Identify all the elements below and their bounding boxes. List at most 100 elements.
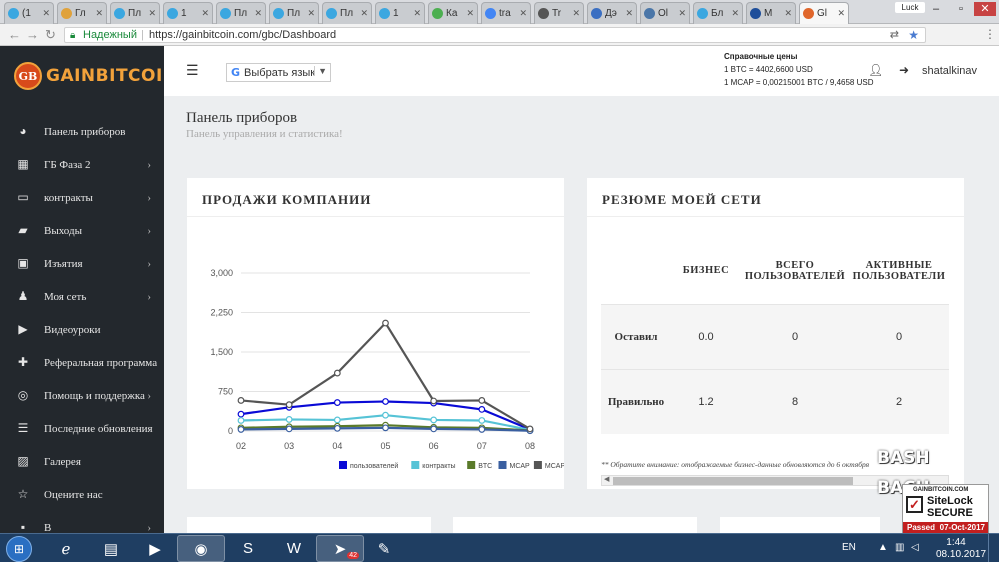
secure-label: Надежный bbox=[83, 29, 137, 41]
tab-close-icon[interactable]: ✕ bbox=[784, 8, 792, 19]
table-header-row: БИЗНЕС ВСЕГО ПОЛЬЗОВАТЕЛЕЙ АКТИВНЫЕ ПОЛЬ… bbox=[601, 238, 949, 304]
data-point bbox=[478, 397, 486, 404]
business-cell: 0.0 bbox=[671, 303, 741, 369]
maximize-button[interactable]: ▫ bbox=[950, 2, 972, 16]
tab-close-icon[interactable]: ✕ bbox=[572, 8, 580, 19]
tab-close-icon[interactable]: ✕ bbox=[201, 8, 209, 19]
legend-swatch bbox=[498, 461, 507, 469]
tab-label: tra bbox=[499, 8, 511, 19]
browser-tab[interactable]: 1 ✕ bbox=[163, 2, 213, 24]
scroll-left-icon[interactable]: ◀ bbox=[604, 475, 609, 483]
sitelock-badge[interactable]: BASH BACH GAINBITCOIN.COM ✓ SiteLock SEC… bbox=[877, 450, 989, 534]
y-tick-label: 3,000 bbox=[210, 268, 233, 278]
sidebar-item[interactable]: ☆ Оцените нас bbox=[0, 478, 164, 511]
sidebar-item[interactable]: ▣ Изъятия › bbox=[0, 247, 164, 280]
browser-tab[interactable]: Пл ✕ bbox=[322, 2, 372, 24]
sidebar-item[interactable]: ▪ В › bbox=[0, 511, 164, 533]
translate-icon[interactable]: ⇄ bbox=[890, 28, 899, 42]
language-select[interactable]: G Выбрать язык ▼ bbox=[226, 63, 331, 82]
close-window-button[interactable]: ✕ bbox=[974, 2, 996, 16]
browser-tab[interactable]: Tr ✕ bbox=[534, 2, 584, 24]
tab-favicon-icon bbox=[697, 8, 708, 19]
url-input[interactable]: 🔒︎ Надежный | https://gainbitcoin.com/gb… bbox=[64, 27, 926, 43]
sitelock-domain: GAINBITCOIN.COM bbox=[913, 487, 969, 493]
sidebar-item[interactable]: ▭ контракты › bbox=[0, 181, 164, 214]
tab-close-icon[interactable]: ✕ bbox=[731, 8, 739, 19]
tab-close-icon[interactable]: ✕ bbox=[307, 8, 315, 19]
start-button[interactable]: ⊞ bbox=[6, 536, 32, 562]
chrome-icon[interactable]: ◉ bbox=[177, 535, 225, 562]
minimize-button[interactable]: – bbox=[925, 2, 947, 16]
sidebar-item[interactable]: ▶ Видеоуроки bbox=[0, 313, 164, 346]
tab-close-icon[interactable]: ✕ bbox=[519, 8, 527, 19]
tab-close-icon[interactable]: ✕ bbox=[678, 8, 686, 19]
sidebar-item-label: Помощь и поддержка bbox=[44, 389, 145, 402]
sidebar-item[interactable]: ▨ Галерея bbox=[0, 445, 164, 478]
tray-arrow-icon[interactable]: ▲ bbox=[878, 542, 888, 553]
word-icon[interactable]: W bbox=[270, 535, 318, 562]
sidebar-item[interactable]: ☰ Последние обновления bbox=[0, 412, 164, 445]
browser-tab[interactable]: Ol ✕ bbox=[640, 2, 690, 24]
ie-icon[interactable]: ℯ bbox=[42, 535, 90, 562]
tab-close-icon[interactable]: ✕ bbox=[413, 8, 421, 19]
back-icon[interactable]: ← bbox=[8, 27, 21, 42]
y-tick-label: 750 bbox=[218, 387, 233, 397]
media-player-icon[interactable]: ▶ bbox=[131, 535, 179, 562]
volume-icon[interactable]: ◁ bbox=[911, 542, 919, 553]
tab-favicon-icon bbox=[379, 8, 390, 19]
browser-tab[interactable]: Пл ✕ bbox=[216, 2, 266, 24]
scrollbar-thumb[interactable] bbox=[613, 477, 853, 485]
browser-tab[interactable]: Ка ✕ bbox=[428, 2, 478, 24]
taskbar: ⊞ ℯ ▤ ▶ ◉ S W ➤ 42 ✎ EN ▲ ▥ ◁ 1:44 08.10.… bbox=[0, 533, 999, 562]
tab-close-icon[interactable]: ✕ bbox=[148, 8, 156, 19]
sidebar-item[interactable]: ▦ ГБ Фаза 2 › bbox=[0, 148, 164, 181]
tab-close-icon[interactable]: ✕ bbox=[837, 8, 845, 19]
skype-icon[interactable]: S bbox=[224, 535, 272, 562]
data-point bbox=[382, 319, 389, 327]
username[interactable]: shatalkinav bbox=[922, 65, 977, 77]
sidebar-item[interactable]: ▰ Выходы › bbox=[0, 214, 164, 247]
browser-tab[interactable]: tra ✕ bbox=[481, 2, 531, 24]
browser-tab[interactable]: M ✕ bbox=[746, 2, 796, 24]
menu-toggle-icon[interactable]: ☰ bbox=[186, 62, 199, 79]
browser-tab[interactable]: Пл ✕ bbox=[269, 2, 319, 24]
show-desktop-button[interactable] bbox=[988, 534, 999, 562]
sidebar-item[interactable]: ♟ Моя сеть › bbox=[0, 280, 164, 313]
logo[interactable]: GB GAINBITCOIN bbox=[14, 62, 164, 90]
network-icon[interactable]: ▥ bbox=[895, 542, 904, 553]
sidebar-item[interactable]: ✚ Реферальная программа bbox=[0, 346, 164, 379]
data-point bbox=[526, 425, 534, 433]
language-indicator[interactable]: EN bbox=[842, 542, 856, 553]
chevron-right-icon: › bbox=[147, 191, 151, 204]
tab-favicon-icon bbox=[432, 8, 443, 19]
clock[interactable]: 1:44 08.10.2017 bbox=[936, 537, 986, 561]
browser-tab[interactable]: Gl ✕ bbox=[799, 2, 849, 24]
sidebar-item[interactable]: ◎ Помощь и поддержка › bbox=[0, 379, 164, 412]
legend-label: контракты bbox=[422, 463, 455, 470]
logout-icon[interactable]: ➜ bbox=[899, 63, 909, 77]
bookmark-star-icon[interactable]: ★ bbox=[908, 28, 919, 42]
browser-tab[interactable]: Гл ✕ bbox=[57, 2, 107, 24]
tab-close-icon[interactable]: ✕ bbox=[360, 8, 368, 19]
explorer-icon[interactable]: ▤ bbox=[87, 535, 135, 562]
paint-icon[interactable]: ✎ bbox=[360, 535, 408, 562]
reload-icon[interactable]: ↻ bbox=[45, 27, 56, 43]
browser-tab[interactable]: Бл ✕ bbox=[693, 2, 743, 24]
tab-close-icon[interactable]: ✕ bbox=[625, 8, 633, 19]
browser-tab[interactable]: (1 ✕ bbox=[4, 2, 54, 24]
forward-icon[interactable]: → bbox=[26, 27, 39, 42]
row-label: Правильно bbox=[601, 368, 671, 434]
browser-menu-icon[interactable]: ⋮ bbox=[984, 27, 996, 41]
browser-tab[interactable]: Пл ✕ bbox=[110, 2, 160, 24]
grid-icon: ▦ bbox=[17, 157, 29, 171]
tab-close-icon[interactable]: ✕ bbox=[95, 8, 103, 19]
tab-close-icon[interactable]: ✕ bbox=[42, 8, 50, 19]
telegram-icon[interactable]: ➤ 42 bbox=[316, 535, 364, 562]
browser-tab[interactable]: Дэ ✕ bbox=[587, 2, 637, 24]
sitelock-seal[interactable]: GAINBITCOIN.COM ✓ SiteLock SECURE Passed… bbox=[902, 484, 989, 534]
sidebar-item[interactable]: ◕ Панель приборов bbox=[0, 115, 164, 148]
tab-close-icon[interactable]: ✕ bbox=[254, 8, 262, 19]
browser-tab[interactable]: 1 ✕ bbox=[375, 2, 425, 24]
user-icon[interactable]: 👤︎ bbox=[868, 63, 883, 77]
tab-close-icon[interactable]: ✕ bbox=[466, 8, 474, 19]
